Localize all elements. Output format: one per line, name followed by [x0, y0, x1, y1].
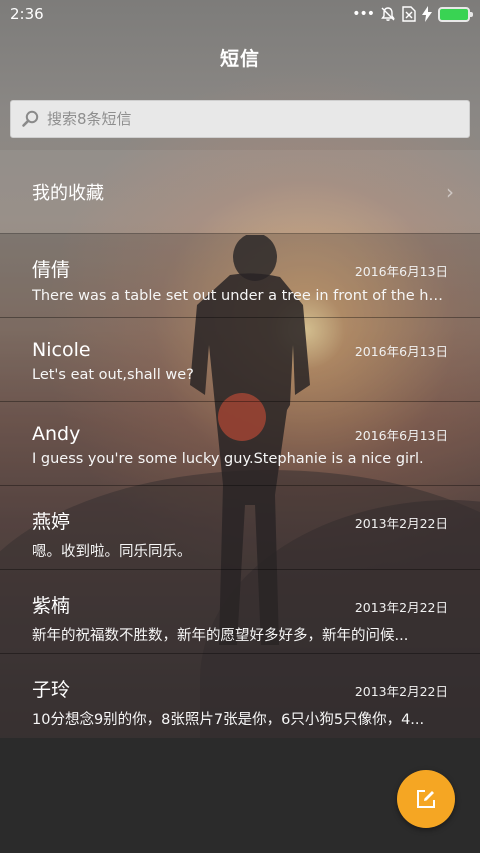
- message-date: 2013年2月22日: [354, 684, 448, 699]
- message-list: 我的收藏 › 倩倩 2016年6月13日 There was a table s…: [0, 150, 480, 738]
- compose-button[interactable]: [397, 770, 455, 828]
- conversation-item[interactable]: Andy 2016年6月13日 I guess you're some luck…: [0, 402, 480, 486]
- message-preview: Let's eat out,shall we?: [32, 367, 194, 383]
- status-bar: 2:36 •••: [0, 0, 480, 28]
- message-date: 2016年6月13日: [354, 344, 448, 359]
- message-preview: 嗯。收到啦。同乐同乐。: [32, 544, 192, 560]
- search-bar[interactable]: [10, 100, 470, 138]
- favorites-row[interactable]: 我的收藏 ›: [0, 150, 480, 234]
- message-date: 2016年6月13日: [354, 428, 448, 443]
- no-sim-icon: [402, 6, 416, 22]
- compose-icon: [417, 790, 435, 808]
- status-icons: •••: [352, 6, 473, 22]
- page-title: 短信: [219, 48, 260, 70]
- search-icon: [22, 110, 39, 127]
- message-preview: I guess you're some lucky guy.Stephanie …: [32, 451, 424, 467]
- message-date: 2016年6月13日: [354, 264, 448, 279]
- contact-name: 紫楠: [32, 595, 71, 617]
- message-preview: There was a table set out under a tree i…: [32, 288, 448, 304]
- contact-name: Andy: [32, 423, 81, 445]
- search-input[interactable]: [47, 110, 469, 128]
- chevron-right-icon: ›: [446, 179, 454, 204]
- contact-name: 子玲: [32, 679, 71, 701]
- message-preview: 10分想念9别的你，8张照片7张是你，6只小狗5只像你，4...: [32, 712, 425, 728]
- conversation-item[interactable]: 紫楠 2013年2月22日 新年的祝福数不胜数，新年的愿望好多好多，新年的问候.…: [0, 570, 480, 654]
- conversation-item[interactable]: 燕婷 2013年2月22日 嗯。收到啦。同乐同乐。: [0, 486, 480, 570]
- favorites-label: 我的收藏: [32, 182, 104, 204]
- message-preview: 新年的祝福数不胜数，新年的愿望好多好多，新年的问候...: [32, 628, 409, 644]
- charging-bolt-icon: [422, 6, 432, 22]
- conversation-item[interactable]: Nicole 2016年6月13日 Let's eat out,shall we…: [0, 318, 480, 402]
- battery-icon: [438, 6, 473, 22]
- message-date: 2013年2月22日: [354, 516, 448, 531]
- conversation-item[interactable]: 倩倩 2016年6月13日 There was a table set out …: [0, 234, 480, 318]
- contact-name: 倩倩: [32, 259, 71, 281]
- contact-name: 燕婷: [32, 511, 71, 533]
- mute-bell-icon: [381, 7, 395, 21]
- more-dots-icon: •••: [352, 6, 375, 22]
- contact-name: Nicole: [32, 339, 91, 361]
- status-time: 2:36: [10, 5, 44, 23]
- conversation-item[interactable]: 子玲 2013年2月22日 10分想念9别的你，8张照片7张是你，6只小狗5只像…: [0, 654, 480, 738]
- message-date: 2013年2月22日: [354, 600, 448, 615]
